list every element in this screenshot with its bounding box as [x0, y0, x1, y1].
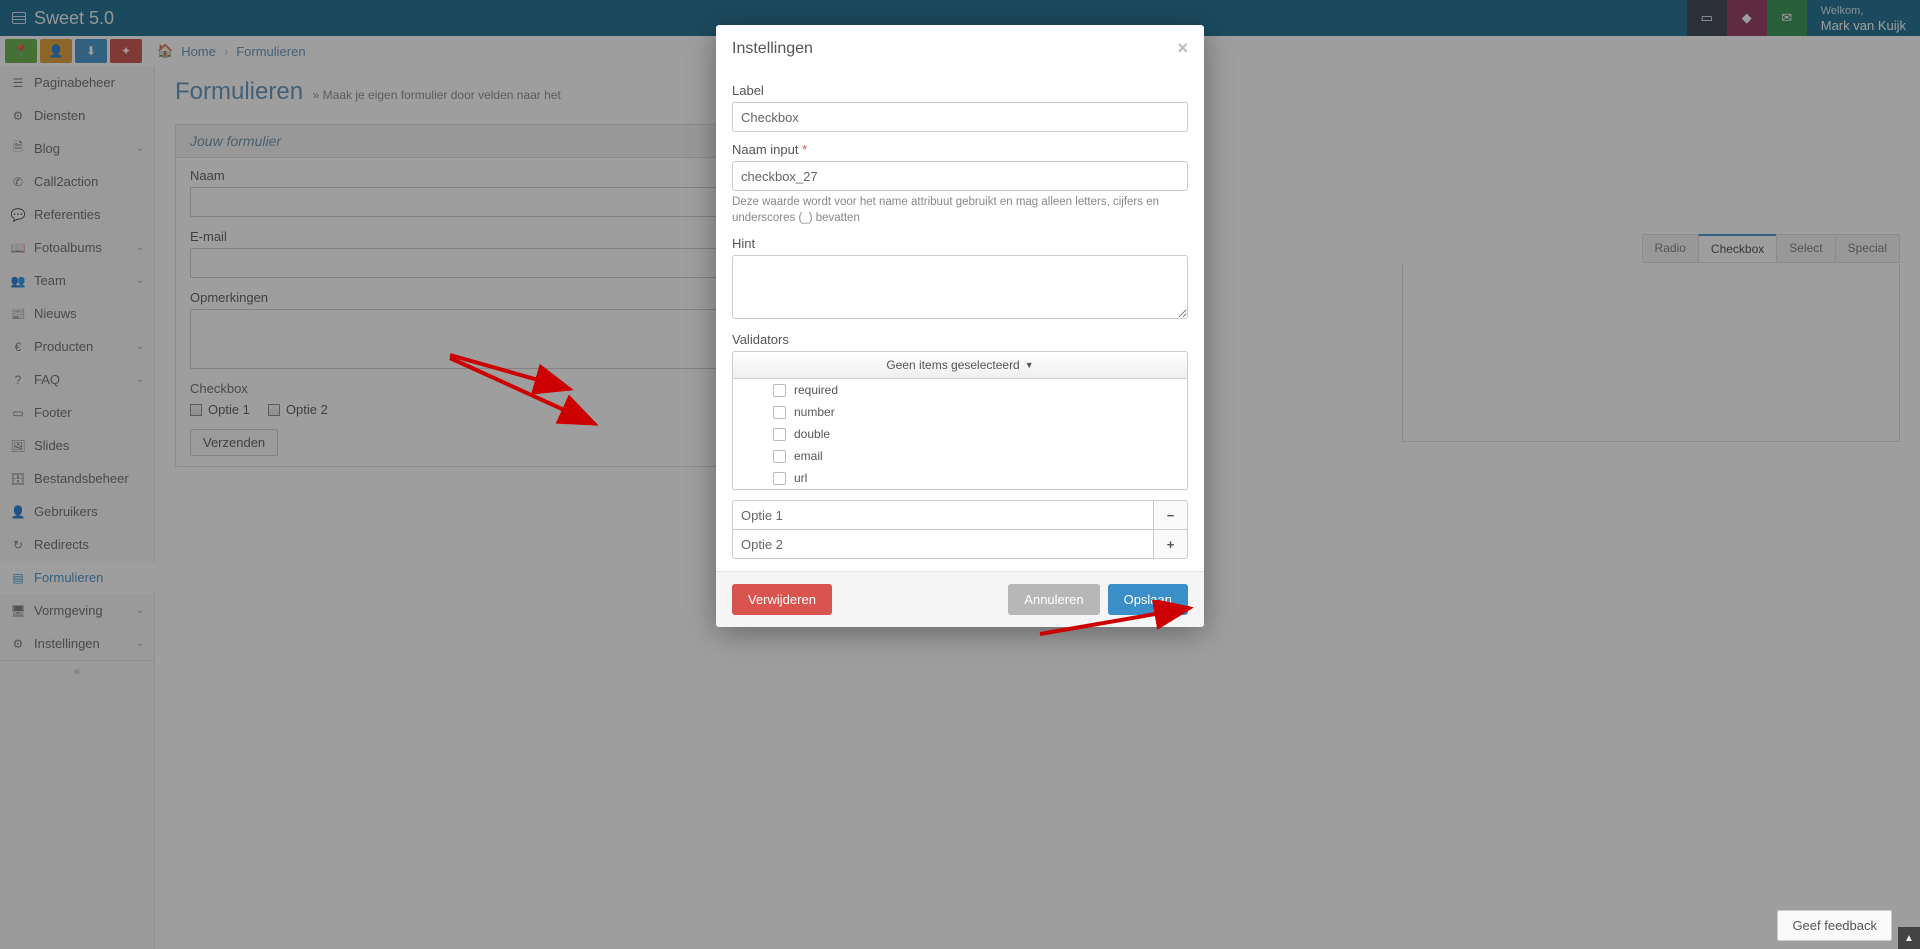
required-star: * — [802, 142, 807, 157]
name-label-text: Naam input — [732, 142, 798, 157]
settings-modal: Instellingen × Label Naam input * Deze w… — [716, 25, 1204, 627]
modal-header: Instellingen × — [716, 25, 1204, 69]
option-input-1[interactable] — [732, 500, 1154, 530]
validator-label: email — [794, 449, 823, 463]
modal-footer: Verwijderen Annuleren Opslaan — [716, 571, 1204, 627]
checkbox-icon — [773, 472, 786, 485]
validator-option-url[interactable]: url — [733, 467, 1187, 489]
feedback-button[interactable]: Geef feedback — [1777, 910, 1892, 941]
validator-option-required[interactable]: required — [733, 379, 1187, 401]
cancel-button[interactable]: Annuleren — [1008, 584, 1099, 615]
option-row-1: − — [732, 500, 1188, 530]
modal-overlay: Instellingen × Label Naam input * Deze w… — [0, 0, 1920, 949]
modal-body: Label Naam input * Deze waarde wordt voo… — [716, 69, 1204, 571]
modal-label-hint: Hint — [732, 236, 1188, 251]
modal-input-hint[interactable] — [732, 255, 1188, 319]
delete-button[interactable]: Verwijderen — [732, 584, 832, 615]
option-input-2[interactable] — [732, 529, 1154, 559]
modal-title: Instellingen — [732, 40, 813, 58]
modal-input-label[interactable] — [732, 102, 1188, 132]
scroll-top-icon[interactable]: ▲ — [1898, 927, 1920, 949]
validator-option-email[interactable]: email — [733, 445, 1187, 467]
checkbox-icon — [773, 384, 786, 397]
validator-label: required — [794, 383, 838, 397]
checkbox-icon — [773, 406, 786, 419]
checkbox-icon — [773, 428, 786, 441]
modal-label-label: Label — [732, 83, 1188, 98]
modal-name-hint: Deze waarde wordt voor het name attribuu… — [732, 195, 1188, 226]
remove-option-icon[interactable]: − — [1154, 500, 1188, 530]
option-row-2: + — [732, 529, 1188, 559]
validator-option-number[interactable]: number — [733, 401, 1187, 423]
chevron-down-icon: ▼ — [1025, 360, 1034, 370]
modal-label-name: Naam input * — [732, 142, 1188, 157]
validator-label: double — [794, 427, 830, 441]
add-option-icon[interactable]: + — [1154, 529, 1188, 559]
close-icon[interactable]: × — [1177, 38, 1188, 59]
validators-dropdown-toggle[interactable]: Geen items geselecteerd ▼ — [732, 351, 1188, 379]
checkbox-icon — [773, 450, 786, 463]
modal-input-name[interactable] — [732, 161, 1188, 191]
validator-label: url — [794, 471, 807, 485]
save-button[interactable]: Opslaan — [1108, 584, 1188, 615]
validator-option-double[interactable]: double — [733, 423, 1187, 445]
validator-label: number — [794, 405, 835, 419]
validators-placeholder: Geen items geselecteerd — [886, 358, 1019, 372]
modal-label-validators: Validators — [732, 332, 1188, 347]
validators-dropdown-list: required number double email url — [732, 379, 1188, 490]
